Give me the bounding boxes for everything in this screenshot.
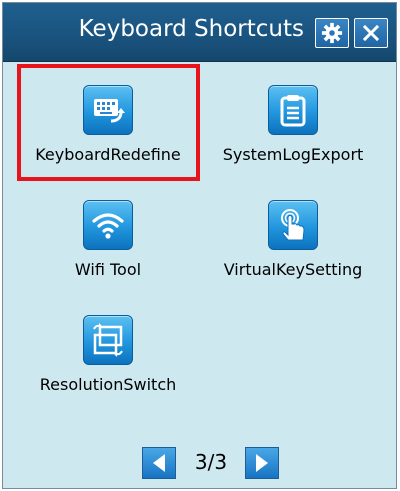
app-wifi-tool[interactable]: Wifi Tool [18, 188, 198, 308]
close-button[interactable] [354, 18, 388, 48]
title-bar: Keyboard Shortcuts [3, 3, 396, 62]
arrow-right-icon [256, 454, 268, 472]
touch-hand-icon [268, 200, 318, 250]
window-title: Keyboard Shortcuts [78, 16, 304, 42]
app-label: SystemLogExport [222, 145, 364, 164]
app-label: VirtualKeySetting [223, 260, 363, 279]
next-page-button[interactable] [245, 447, 279, 479]
app-system-log-export[interactable]: SystemLogExport [203, 73, 383, 193]
settings-button[interactable] [315, 18, 349, 48]
resolution-switch-icon [83, 315, 133, 365]
arrow-left-icon [153, 454, 165, 472]
previous-page-button[interactable] [142, 447, 176, 479]
app-virtual-key-setting[interactable]: VirtualKeySetting [203, 188, 383, 308]
app-label: ResolutionSwitch [39, 375, 177, 394]
app-label: Wifi Tool [74, 260, 142, 279]
app-resolution-switch[interactable]: ResolutionSwitch [18, 303, 198, 423]
wifi-icon [83, 200, 133, 250]
page-indicator: 3/3 [194, 450, 228, 474]
gear-icon [321, 22, 343, 44]
clipboard-icon [268, 85, 318, 135]
pagination: 3/3 [142, 447, 279, 481]
close-icon [362, 24, 380, 42]
selection-highlight [17, 64, 200, 181]
